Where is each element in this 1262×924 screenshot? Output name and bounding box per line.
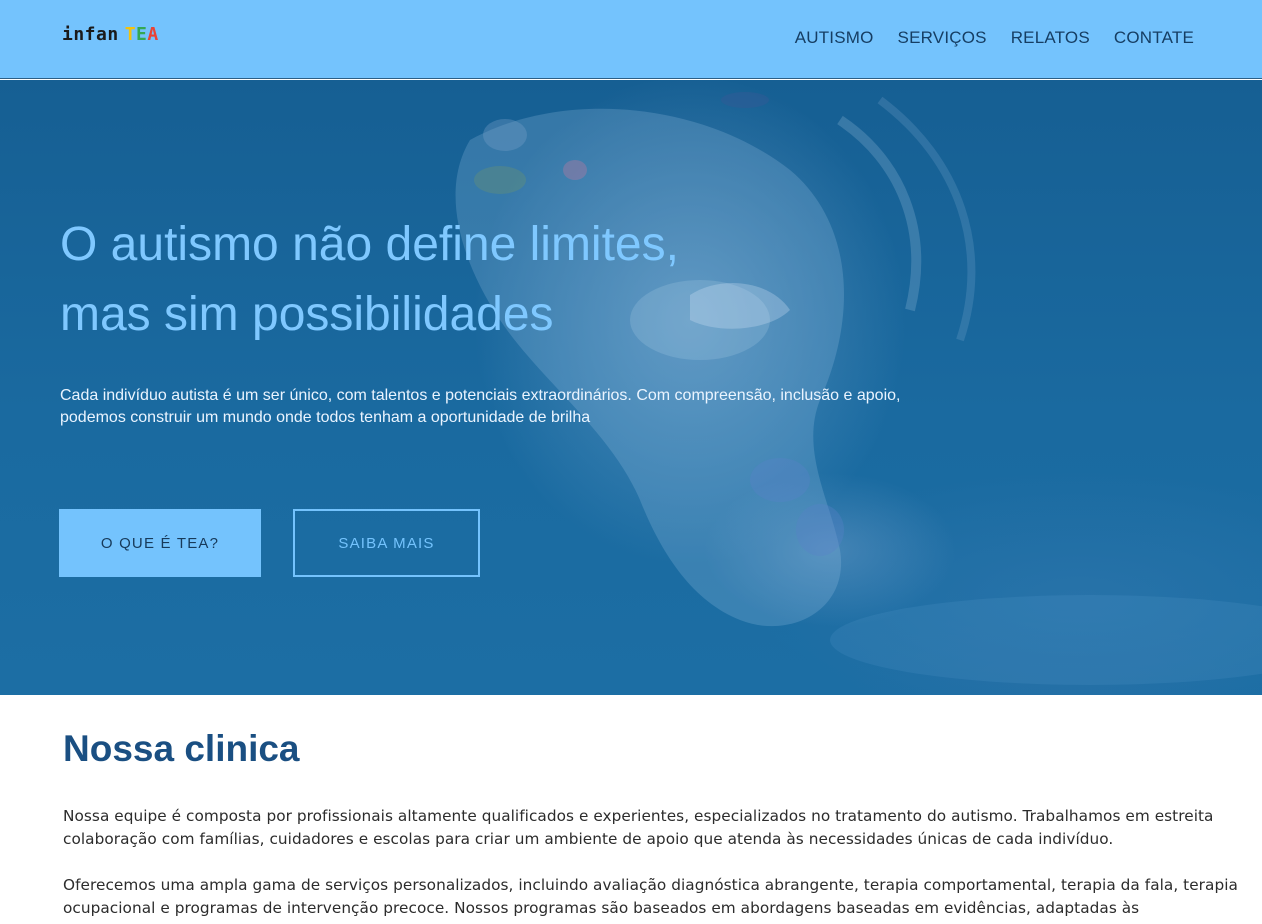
clinic-paragraph-2: Oferecemos uma ampla gama de serviços pe… bbox=[63, 876, 1238, 917]
nav-link-autismo[interactable]: AUTISMO bbox=[795, 28, 874, 48]
top-navigation-bar: infan TEA AUTISMO SERVIÇOS RELATOS CONTAT… bbox=[0, 0, 1262, 79]
nav-link-servicos[interactable]: SERVIÇOS bbox=[898, 28, 987, 48]
main-nav: AUTISMO SERVIÇOS RELATOS CONTATE bbox=[795, 28, 1194, 48]
hero-banner: O autismo não define limites, mas sim po… bbox=[0, 80, 1262, 695]
what-is-tea-button[interactable]: O QUE É TEA? bbox=[59, 509, 261, 577]
nav-link-contate[interactable]: CONTATE bbox=[1114, 28, 1194, 48]
logo-word: infan bbox=[62, 24, 119, 45]
logo-letter-t: T bbox=[124, 24, 137, 45]
hero-description: Cada indivíduo autista é um ser único, c… bbox=[60, 387, 901, 426]
hero-headline-line-1: O autismo não define limites, bbox=[60, 218, 679, 271]
site-logo[interactable]: infan TEA bbox=[62, 24, 159, 45]
clinic-paragraph-1: Nossa equipe é composta por profissionai… bbox=[63, 807, 1214, 848]
hero-headline: O autismo não define limites, mas sim po… bbox=[60, 210, 960, 350]
hero-headline-line-2: mas sim possibilidades bbox=[60, 288, 554, 341]
clinic-section-title: Nossa clinica bbox=[63, 728, 300, 769]
learn-more-button[interactable]: SAIBA MAIS bbox=[293, 509, 480, 577]
logo-letter-e: E bbox=[136, 24, 148, 45]
nav-link-relatos[interactable]: RELATOS bbox=[1011, 28, 1090, 48]
logo-letter-a: A bbox=[147, 24, 159, 45]
